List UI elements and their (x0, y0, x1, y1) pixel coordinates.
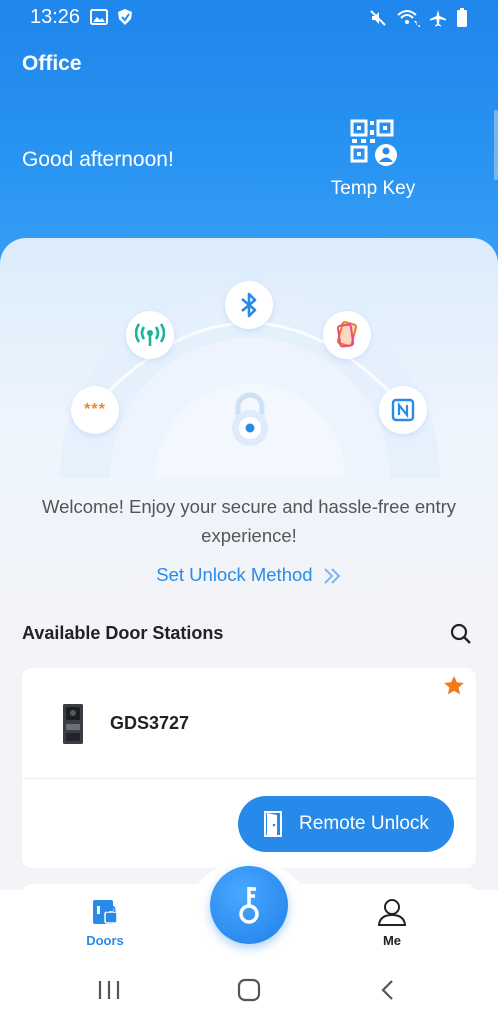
tab-doors[interactable]: Doors (65, 898, 145, 948)
star-icon[interactable] (442, 674, 466, 698)
double-chevron-right-icon (324, 568, 341, 584)
phone-shake-method[interactable] (323, 311, 371, 359)
back-icon[interactable] (378, 978, 398, 1002)
door-open-icon (264, 811, 283, 837)
nfc-icon (391, 398, 415, 422)
remote-unlock-label: Remote Unlock (299, 813, 429, 834)
home-icon[interactable] (236, 978, 262, 1002)
password-method[interactable]: *** (71, 386, 119, 434)
person-icon (377, 899, 407, 926)
status-bar: 13:26 (0, 0, 498, 36)
signal-method[interactable] (126, 311, 174, 359)
scroll-edge (494, 110, 498, 180)
door-station-name: GDS3727 (110, 713, 190, 733)
image-icon (90, 9, 108, 25)
door-lock-icon (93, 900, 118, 924)
qr-person-icon (350, 119, 397, 166)
door-station-device-icon (63, 704, 83, 744)
password-icon: *** (84, 401, 106, 418)
phone-shake-icon (336, 321, 358, 348)
signal-icon (135, 323, 165, 346)
card-divider (22, 778, 476, 779)
welcome-text: Welcome! Enjoy your secure and hassle-fr… (41, 496, 457, 546)
mute-icon (370, 10, 386, 26)
search-icon[interactable] (450, 623, 472, 645)
set-unlock-method-link[interactable]: Set Unlock Method (0, 564, 498, 586)
bluetooth-icon (241, 292, 257, 318)
main-panel: *** Welcome! Enjoy your secure and hassl… (0, 238, 498, 914)
system-nav-bar (0, 960, 498, 1024)
wifi-call-icon (397, 10, 420, 27)
padlock-icon (228, 391, 272, 452)
site-name[interactable]: Office (22, 52, 82, 76)
temp-key-button[interactable]: Temp Key (326, 118, 420, 208)
set-unlock-label: Set Unlock Method (156, 564, 313, 585)
door-station-card[interactable]: GDS3727 Remote Unlock (22, 668, 476, 868)
greeting: Good afternoon! (22, 148, 174, 171)
battery-icon (457, 8, 467, 27)
tab-me-label: Me (382, 933, 402, 948)
recent-apps-icon[interactable] (96, 978, 122, 1002)
airplane-icon (430, 10, 446, 27)
tab-doors-label: Doors (86, 933, 124, 948)
key-fab-button[interactable] (210, 866, 288, 944)
tab-me[interactable]: Me (352, 898, 432, 948)
section-title: Available Door Stations (22, 623, 224, 643)
nfc-method[interactable] (379, 386, 427, 434)
shield-icon (118, 9, 132, 25)
temp-key-label: Temp Key (330, 178, 416, 199)
status-time: 13:26 (30, 6, 81, 28)
bluetooth-method[interactable] (225, 281, 273, 329)
key-icon (239, 887, 259, 924)
remote-unlock-button[interactable]: Remote Unlock (238, 796, 454, 852)
